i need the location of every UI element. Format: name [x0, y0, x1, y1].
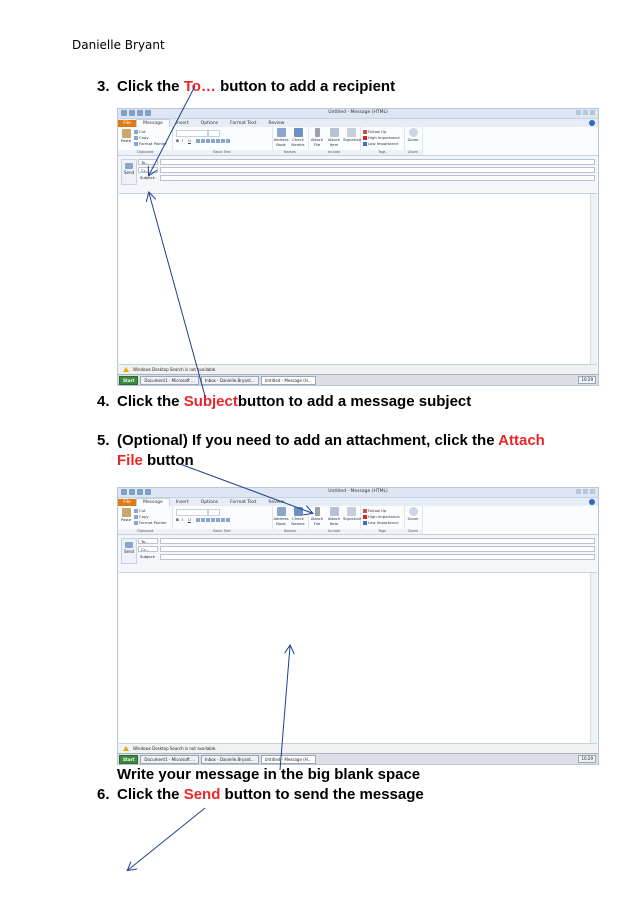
arrow-send-button [128, 807, 206, 870]
arrow-attach-file [179, 463, 312, 513]
annotation-arrows [0, 85, 638, 902]
arrow-subject-field [149, 193, 206, 397]
arrow-message-body [279, 646, 290, 771]
arrow-to-button [149, 85, 196, 175]
